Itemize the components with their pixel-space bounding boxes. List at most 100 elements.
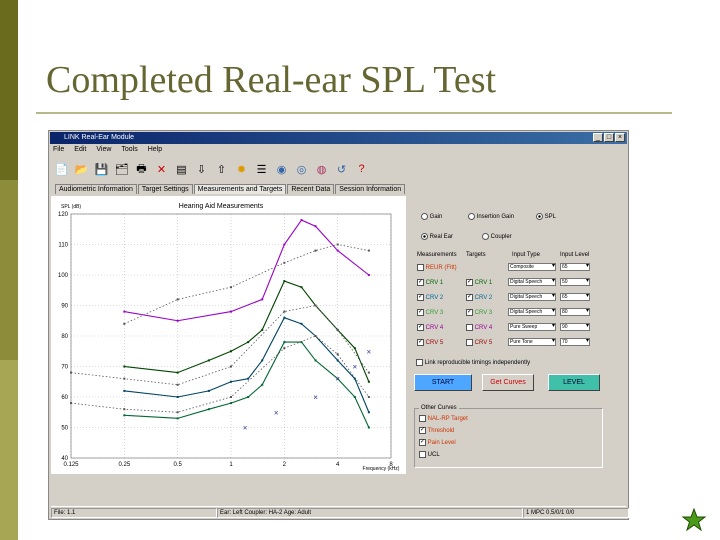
measurement-3[interactable]: ✓ CRV 2 — [417, 294, 443, 301]
tab-audiometric[interactable]: Audiometric Information — [55, 184, 137, 194]
measurement-checkbox[interactable]: ✓ — [417, 294, 424, 301]
x-tick-label: 0.25 — [118, 462, 130, 468]
list-icon[interactable]: ▤ — [173, 161, 190, 178]
target-3[interactable]: ✓ CRV 2 — [466, 294, 492, 301]
target-4[interactable]: ✓ CRV 3 — [466, 309, 492, 316]
other-curve-2[interactable]: ✓ Threshold — [419, 427, 454, 434]
close-icon[interactable]: ✕ — [153, 161, 170, 178]
series-2-point — [123, 365, 126, 368]
tab-session-info[interactable]: Session Information — [335, 184, 406, 194]
input-level-select[interactable]: 50 — [560, 278, 590, 286]
print-icon[interactable]: 🖶 — [133, 161, 150, 178]
notes-icon[interactable]: ☰ — [253, 161, 270, 178]
bug-icon[interactable]: ✹ — [233, 161, 250, 178]
tab-target-settings[interactable]: Target Settings — [137, 184, 193, 194]
series-1-point — [230, 310, 232, 313]
maximize-button[interactable]: □ — [604, 133, 614, 142]
menu-tools[interactable]: Tools — [121, 146, 137, 156]
undo-icon[interactable]: ↺ — [333, 161, 350, 178]
other-curve-checkbox[interactable] — [419, 451, 426, 458]
y-tick-label: 110 — [58, 243, 68, 249]
export-icon[interactable]: ⇧ — [213, 161, 230, 178]
measurement-checkbox[interactable]: ✓ — [417, 339, 424, 346]
other-curve-1[interactable]: NAL-RP Target — [419, 415, 468, 422]
menu-view[interactable]: View — [96, 146, 111, 156]
series-2-point — [353, 347, 356, 350]
get-curves-button[interactable]: Get Curves — [482, 374, 534, 391]
app-window: LINK Real-Ear Module _ □ × File Edit Vie… — [48, 130, 629, 520]
save-as-icon[interactable]: 🗂 — [113, 161, 130, 178]
other-curve-checkbox[interactable] — [419, 415, 426, 422]
measurement-4[interactable]: ✓ CRV 3 — [417, 309, 443, 316]
target-6[interactable]: CRV 5 — [466, 339, 492, 346]
series-4-point — [247, 396, 250, 398]
independence-option[interactable]: Link reproducible timings independently — [416, 359, 530, 366]
target-5[interactable]: CRV 4 — [466, 324, 492, 331]
other-curve-3[interactable]: ✓ Pain Level — [419, 439, 456, 446]
y-tick-label: 80 — [61, 334, 68, 340]
mode-spl[interactable]: SPL — [536, 213, 556, 220]
control-panel: Gain Insertion Gain SPL Real Ear Coupler… — [414, 211, 622, 511]
source-real-ear[interactable]: Real Ear — [421, 233, 453, 240]
target-checkbox[interactable]: ✓ — [466, 309, 473, 316]
tab-recent-data[interactable]: Recent Data — [287, 184, 335, 194]
measurement-label: CRV 4 — [425, 325, 444, 332]
measurement-checkbox[interactable]: ✓ — [417, 309, 424, 316]
input-type-select[interactable]: Digital Speech — [508, 308, 556, 316]
input-level-select[interactable]: 70 — [560, 338, 590, 346]
input-level-select[interactable]: 90 — [560, 323, 590, 331]
import-icon[interactable]: ⇩ — [193, 161, 210, 178]
series-4-point — [207, 408, 210, 411]
nal-rp-icon[interactable]: ◉ — [273, 161, 290, 178]
input-type-select[interactable]: Composite — [508, 263, 556, 271]
measurement-checkbox[interactable]: ✓ — [417, 324, 424, 331]
input-type-select[interactable]: Pure Tone — [508, 338, 556, 346]
series-4-point — [353, 396, 356, 398]
level-button[interactable]: LEVEL — [548, 374, 600, 391]
input-level-select[interactable]: 65 — [560, 293, 590, 301]
other-curve-label: NAL-RP Target — [427, 416, 468, 423]
menu-help[interactable]: Help — [148, 146, 162, 156]
input-type-select[interactable]: Digital Speech — [508, 293, 556, 301]
measurement-2[interactable]: ✓ CRV 1 — [417, 279, 443, 286]
source-coupler[interactable]: Coupler — [482, 233, 512, 240]
measurement-6[interactable]: ✓ CRV 5 — [417, 339, 443, 346]
other-curve-4[interactable]: UCL — [419, 451, 440, 458]
spl-chart: ×××××× 0.125 0.25 0.5 1 2 4 812011010090807060… — [51, 196, 406, 474]
measurement-1[interactable]: REUR (Fitt) — [417, 264, 457, 271]
measurement-5[interactable]: ✓ CRV 4 — [417, 324, 443, 331]
input-level-select[interactable]: 80 — [560, 308, 590, 316]
other-curve-checkbox[interactable]: ✓ — [419, 439, 426, 446]
new-icon[interactable]: 📄 — [53, 161, 70, 178]
measurement-checkbox[interactable]: ✓ — [417, 279, 424, 286]
other-curve-checkbox[interactable]: ✓ — [419, 427, 426, 434]
mode-spl-label: SPL — [544, 214, 557, 221]
minimize-button[interactable]: _ — [593, 133, 603, 142]
target-checkbox[interactable] — [466, 324, 473, 331]
target-checkbox[interactable] — [466, 339, 473, 346]
dsl-icon[interactable]: ◎ — [293, 161, 310, 178]
help-icon[interactable]: ? — [353, 161, 370, 178]
target-label: CRV 4 — [474, 325, 493, 332]
input-type-select[interactable]: Digital Speech — [508, 278, 556, 286]
y-tick-label: 120 — [58, 212, 69, 218]
input-type-select[interactable]: Pure Sweep — [508, 323, 556, 331]
menu-file[interactable]: File — [53, 146, 64, 156]
open-icon[interactable]: 📂 — [73, 161, 90, 178]
start-button[interactable]: START — [414, 374, 472, 391]
target-2[interactable]: ✓ CRV 1 — [466, 279, 492, 286]
tab-measurements[interactable]: Measurements and Targets — [193, 184, 287, 194]
target-checkbox[interactable]: ✓ — [466, 279, 473, 286]
mode-gain-label: Gain — [429, 214, 443, 221]
hearing-aid-icon[interactable]: ◍ — [313, 161, 330, 178]
measurement-checkbox[interactable] — [417, 264, 424, 271]
target-checkbox[interactable]: ✓ — [466, 294, 473, 301]
mode-gain[interactable]: Gain — [421, 213, 442, 220]
save-icon[interactable]: 💾 — [93, 161, 110, 178]
close-button[interactable]: × — [615, 133, 625, 142]
series-8-point: × — [313, 393, 318, 402]
mode-insertion-gain[interactable]: Insertion Gain — [468, 213, 514, 220]
input-level-select[interactable]: 65 — [560, 263, 590, 271]
menu-edit[interactable]: Edit — [74, 146, 86, 156]
series-4-point — [230, 402, 232, 405]
